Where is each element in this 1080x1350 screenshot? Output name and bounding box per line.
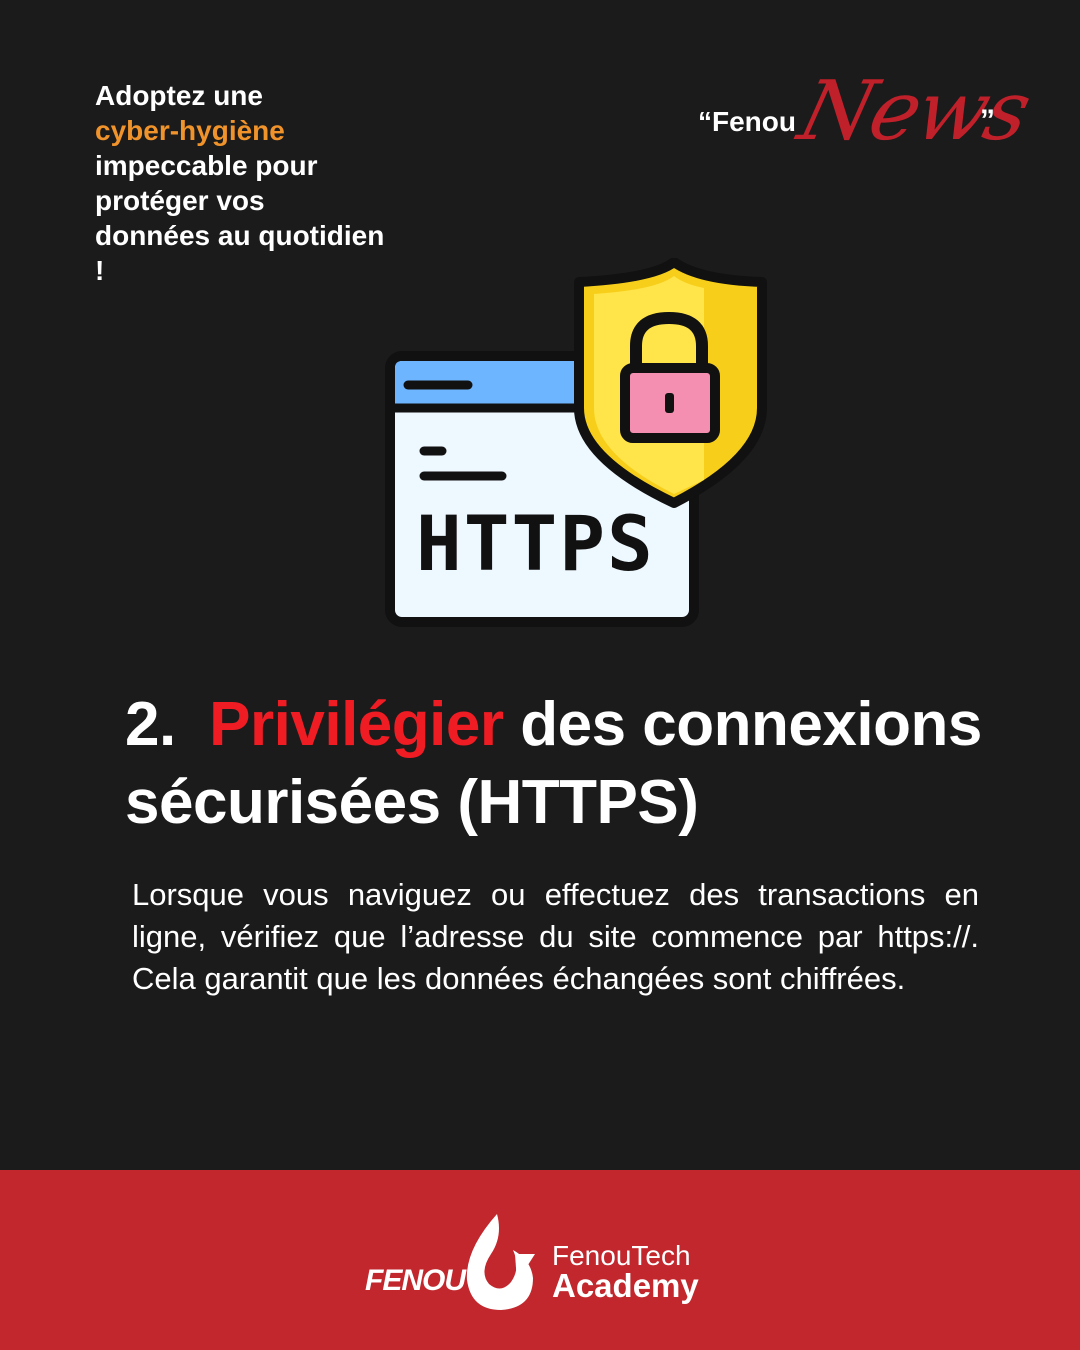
https-label: HTTPS: [416, 499, 655, 588]
intro-rest: impeccable pour protéger vos données au …: [95, 150, 385, 286]
heading-number: 2.: [125, 690, 176, 759]
news-script: News: [790, 64, 1039, 159]
fenou-logo-text: FENOU: [365, 1264, 466, 1297]
heading-highlight: Privilégier: [209, 690, 504, 759]
fenoutech-flame-logo-icon: [466, 1214, 535, 1310]
intro-highlight: cyber-hygiène: [95, 115, 285, 146]
footer-bar: FENOU FenouTech Academy: [0, 1170, 1080, 1350]
close-quote: ”: [980, 104, 995, 137]
intro-line1: Adoptez une: [95, 80, 263, 111]
body-paragraph: Lorsque vous naviguez ou effectuez des t…: [132, 877, 979, 996]
https-shield-lock-icon: HTTPS: [385, 258, 767, 627]
academy-word: Academy: [552, 1267, 699, 1304]
intro-text: Adoptez une cyber-hygiène impeccable pou…: [95, 78, 385, 288]
fenou-news-logo: News “Fenou ”: [690, 60, 1038, 180]
section-heading: 2. Privilégier des connexions sécurisées…: [125, 686, 1075, 842]
fenou-word: “Fenou: [698, 106, 796, 137]
